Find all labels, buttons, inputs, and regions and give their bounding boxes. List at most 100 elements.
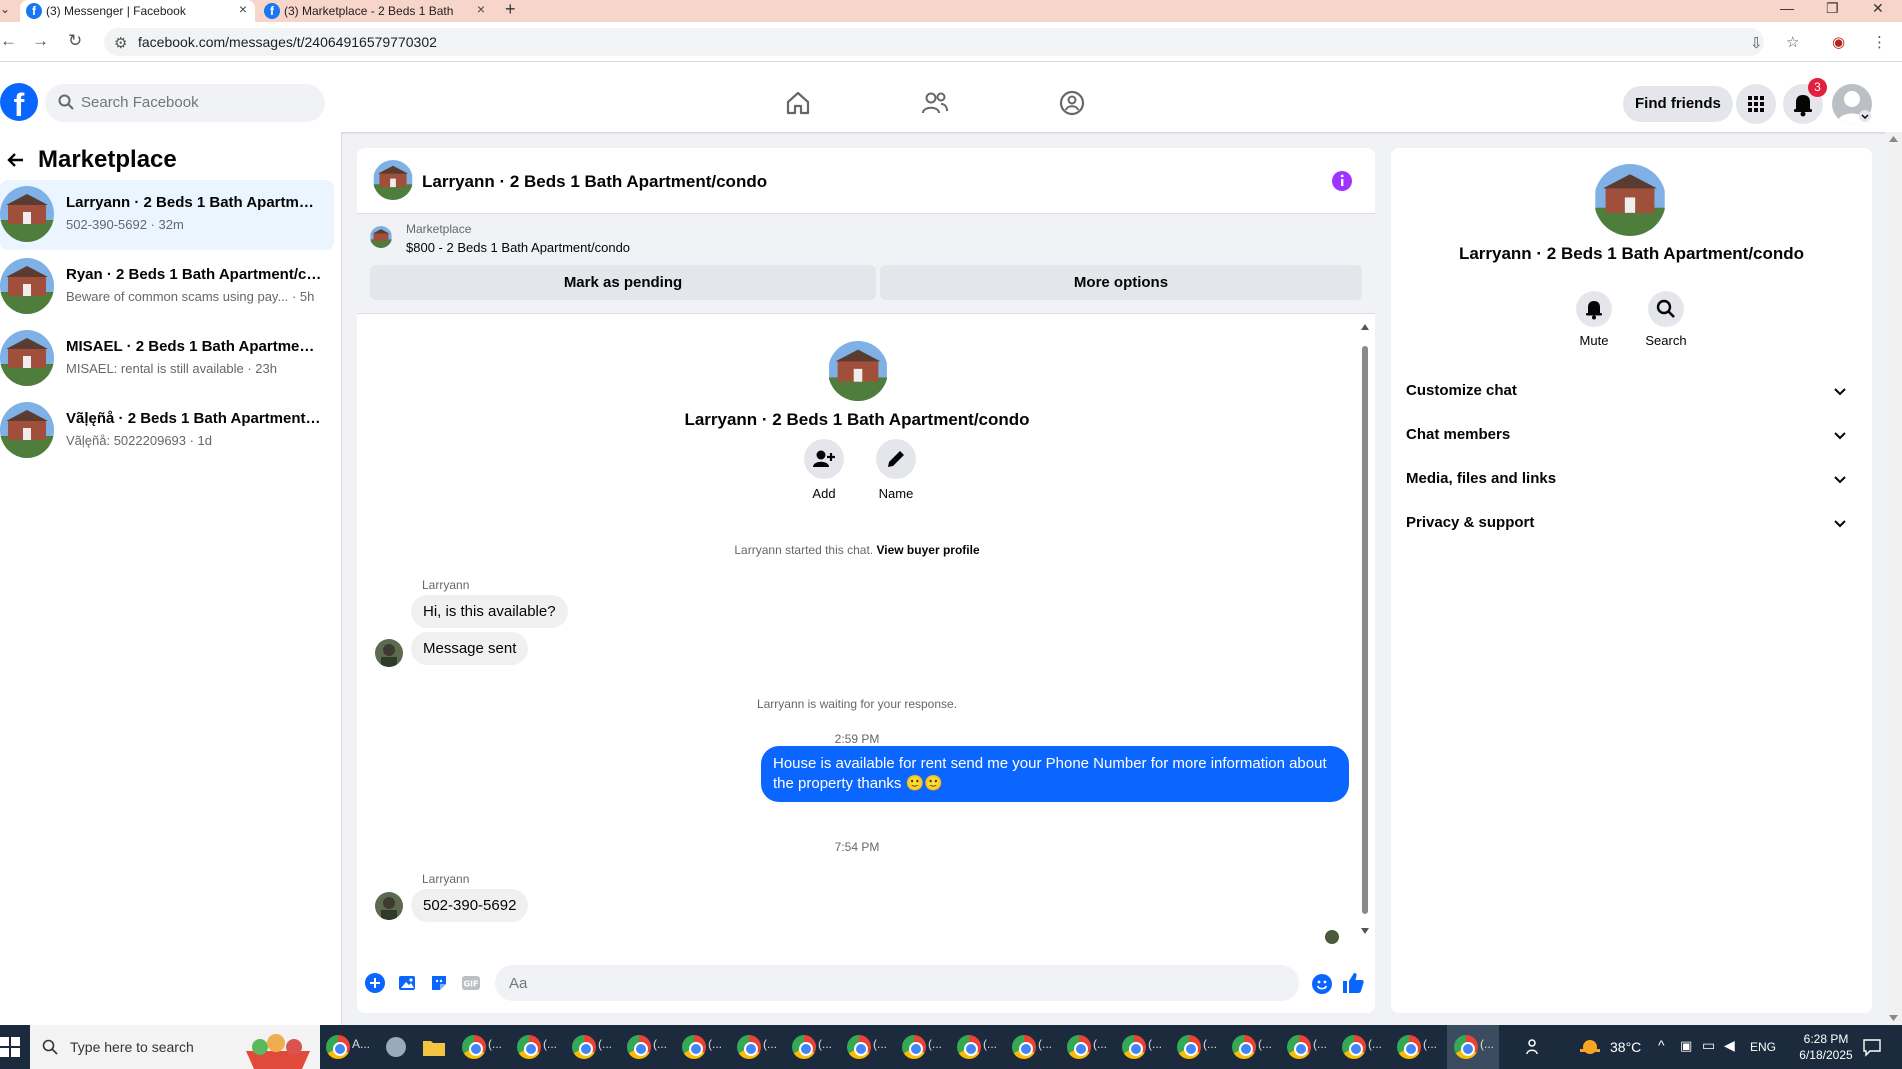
outgoing-message[interactable]: House is available for rent send me your… [761,746,1349,802]
view-buyer-profile-link[interactable]: View buyer profile [876,543,979,557]
close-icon[interactable]: × [477,1,485,17]
tab-messenger[interactable]: f (3) Messenger | Facebook × [20,0,255,22]
plus-circle-icon[interactable] [365,973,385,993]
section-chat-members[interactable]: Chat members [1406,417,1857,453]
add-button[interactable] [804,439,844,479]
incoming-message[interactable]: 502-390-5692 [411,889,529,922]
taskbar-chrome-icon[interactable] [517,1035,541,1059]
chevron-down-icon[interactable] [1859,110,1871,122]
incoming-message[interactable]: Hi, is this available? [411,595,568,628]
windows-start-icon[interactable] [0,1037,20,1057]
clock[interactable]: 6:28 PM 6/18/2025 [1790,1031,1862,1063]
sticker-icon[interactable] [429,973,449,993]
restore-icon[interactable]: ❐ [1826,0,1839,17]
network-icon[interactable]: ▭ [1702,1037,1715,1054]
search-input[interactable] [81,94,311,111]
friends-icon[interactable] [921,90,949,116]
taskbar-chrome-icon[interactable] [902,1035,926,1059]
taskbar-chrome-icon[interactable] [1232,1035,1256,1059]
taskbar-chrome-icon[interactable] [1454,1035,1478,1059]
url-text[interactable]: facebook.com/messages/t/2406491657977030… [138,34,437,50]
taskbar-chrome-icon[interactable] [326,1035,350,1059]
chevron-up-icon[interactable]: ^ [1658,1037,1665,1053]
section-media-files-links[interactable]: Media, files and links [1406,461,1857,497]
gif-icon[interactable]: GIF [461,973,481,993]
taskbar-chrome-icon[interactable] [682,1035,706,1059]
install-app-icon[interactable]: ⇩ [1750,34,1763,52]
mark-as-pending-button[interactable]: Mark as pending [370,265,876,300]
taskbar-chrome-icon[interactable] [1397,1035,1421,1059]
window-close-icon[interactable]: ✕ [1872,0,1884,17]
search-in-chat-button[interactable] [1648,291,1684,327]
name-button[interactable] [876,439,916,479]
menu-button[interactable] [1736,84,1776,124]
page-scrollbar[interactable] [1885,132,1902,1025]
taskbar-chrome-icon[interactable] [737,1035,761,1059]
facebook-logo[interactable]: f [0,83,38,121]
forward-icon[interactable]: → [32,31,49,51]
conversation-item[interactable]: Larryann · 2 Beds 1 Bath Apartmen... 502… [0,180,334,250]
tab-search-icon[interactable]: ⌄ [0,2,10,16]
section-customize-chat[interactable]: Customize chat [1406,373,1857,409]
language-indicator[interactable]: ENG [1750,1040,1776,1054]
details-avatar[interactable] [1594,164,1666,236]
conversation-name: MISAEL · 2 Beds 1 Bath Apartment... [66,338,322,355]
taskbar-chrome-icon[interactable] [1012,1035,1036,1059]
message-thread[interactable]: Larryann · 2 Beds 1 Bath Apartment/condo… [357,314,1375,954]
menu-kebab-icon[interactable]: ⋮ [1872,33,1887,51]
taskbar-chrome-icon[interactable] [957,1035,981,1059]
taskbar-chrome-icon[interactable] [1287,1035,1311,1059]
file-explorer-icon[interactable] [420,1033,448,1061]
tab-marketplace[interactable]: f (3) Marketplace - 2 Beds 1 Bath × [258,0,493,22]
taskbar-chrome-icon[interactable] [627,1035,651,1059]
sender-avatar[interactable] [375,639,403,667]
minimize-icon[interactable]: — [1780,0,1794,16]
chat-title[interactable]: Larryann · 2 Beds 1 Bath Apartment/condo [422,172,767,192]
section-privacy-support[interactable]: Privacy & support [1406,505,1857,541]
back-icon[interactable]: ← [0,31,17,51]
photo-icon[interactable] [397,973,417,993]
back-arrow-icon[interactable] [6,150,26,170]
thread-scrollbar[interactable] [1361,324,1369,934]
profile-icon[interactable]: ◉ [1832,33,1845,51]
taskbar-search[interactable]: Type here to search [30,1025,320,1069]
facebook-search[interactable] [45,84,325,122]
listing-price-title[interactable]: $800 - 2 Beds 1 Bath Apartment/condo [406,240,630,255]
site-settings-icon[interactable]: ⚙ [114,34,127,52]
thumbs-up-icon[interactable] [1341,971,1365,995]
taskbar-chrome-icon[interactable] [1342,1035,1366,1059]
taskbar-chrome-icon[interactable] [462,1035,486,1059]
omnibox[interactable]: ⚙ facebook.com/messages/t/24064916579770… [104,28,1764,56]
taskbar-chrome-icon[interactable] [1177,1035,1201,1059]
accessibility-icon[interactable] [1524,1037,1544,1057]
more-options-button[interactable]: More options [880,265,1362,300]
taskbar-app-icon[interactable] [382,1033,410,1061]
notification-center-icon[interactable] [1862,1037,1882,1057]
sender-avatar[interactable] [375,892,403,920]
taskbar-chrome-icon[interactable] [847,1035,871,1059]
taskbar-chrome-icon[interactable] [1067,1035,1091,1059]
close-icon[interactable]: × [239,1,247,17]
emoji-icon[interactable] [1311,973,1333,995]
info-icon[interactable] [1331,170,1353,192]
reload-icon[interactable]: ↻ [68,31,82,51]
mute-button[interactable] [1576,291,1612,327]
chat-avatar[interactable] [373,160,413,200]
incoming-message[interactable]: Message sent [411,632,529,665]
conversation-item[interactable]: Ryan · 2 Beds 1 Bath Apartment/co... Bew… [0,252,334,322]
message-input[interactable] [495,965,1299,1001]
camera-icon[interactable]: ▣ [1680,1038,1692,1054]
groups-icon[interactable] [1059,90,1085,116]
find-friends-button[interactable]: Find friends [1623,86,1733,122]
listing-thumbnail[interactable] [370,226,392,248]
taskbar-chrome-icon[interactable] [572,1035,596,1059]
weather-temperature[interactable]: 38°C [1610,1039,1641,1055]
taskbar-chrome-icon[interactable] [792,1035,816,1059]
home-icon[interactable] [785,90,811,116]
conversation-item[interactable]: Vãļęñå · 2 Beds 1 Bath Apartment/... Vãļ… [0,396,334,466]
taskbar-chrome-icon[interactable] [1122,1035,1146,1059]
conversation-item[interactable]: MISAEL · 2 Beds 1 Bath Apartment... MISA… [0,324,334,394]
volume-icon[interactable]: ◀ [1724,1037,1735,1054]
new-tab-icon[interactable]: + [505,0,516,20]
bookmark-star-icon[interactable]: ☆ [1786,33,1799,51]
